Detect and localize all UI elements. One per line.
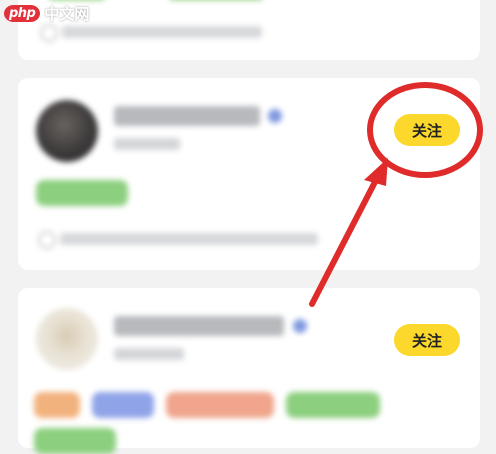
follow-button[interactable]: 关注 — [394, 324, 460, 356]
tag[interactable] — [36, 180, 128, 206]
user-name[interactable] — [114, 106, 260, 126]
verified-icon — [268, 109, 282, 123]
tag[interactable] — [34, 392, 80, 418]
user-name[interactable] — [114, 316, 284, 336]
watermark-text: 中文网 — [44, 4, 90, 23]
user-card — [18, 78, 480, 270]
user-card — [18, 288, 480, 454]
avatar[interactable] — [36, 308, 98, 370]
watermark: php 中文网 — [4, 2, 89, 24]
watermark-badge: php — [4, 4, 41, 22]
user-subtitle — [114, 138, 180, 150]
description-icon — [38, 231, 56, 249]
tag[interactable] — [286, 392, 380, 418]
description-icon — [40, 24, 58, 42]
user-subtitle — [114, 348, 184, 360]
verified-icon — [293, 319, 307, 333]
tag[interactable] — [166, 392, 274, 418]
description-text — [60, 233, 318, 245]
description-text — [62, 26, 262, 38]
avatar[interactable] — [36, 100, 98, 162]
tag[interactable] — [92, 392, 154, 418]
follow-button[interactable]: 关注 — [394, 114, 460, 146]
